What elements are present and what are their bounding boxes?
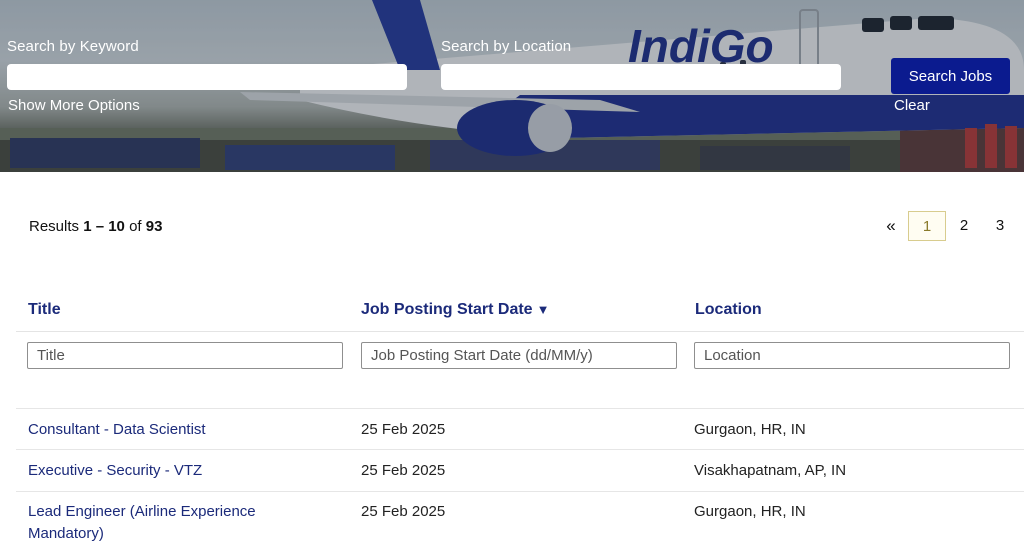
pagination-page-1[interactable]: 1 [908,211,946,241]
pagination-page-3[interactable]: 3 [988,211,1012,241]
column-header-location[interactable]: Location [695,301,762,319]
job-title-link[interactable]: Executive - Security - VTZ [28,460,328,482]
results-total: 93 [145,218,163,235]
job-location: Visakhapatnam, AP, IN [694,462,847,479]
column-header-date-label: Job Posting Start Date [361,301,533,318]
column-header-date[interactable]: Job Posting Start Date ▼ [361,301,549,319]
job-posting-date: 25 Feb 2025 [361,503,446,520]
job-location: Gurgaon, HR, IN [694,421,806,438]
job-title-link[interactable]: Lead Engineer (Airline Experience Mandat… [28,501,288,545]
job-location: Gurgaon, HR, IN [694,503,806,520]
pagination-page-2[interactable]: 2 [952,211,976,241]
row-divider [16,408,1024,409]
row-divider [16,491,1024,492]
job-posting-date: 25 Feb 2025 [361,462,446,479]
clear-link[interactable]: Clear [894,97,930,114]
column-header-title[interactable]: Title [28,301,61,319]
location-filter-input[interactable] [694,342,1010,369]
location-search-input[interactable] [441,64,841,90]
keyword-label: Search by Keyword [7,38,139,55]
job-title-link[interactable]: Consultant - Data Scientist [28,419,328,441]
row-divider [16,449,1024,450]
search-jobs-button[interactable]: Search Jobs [891,58,1010,94]
keyword-search-input[interactable] [7,64,407,90]
results-range: 1 – 10 [83,218,125,235]
results-prefix: Results [29,218,84,235]
job-posting-date: 25 Feb 2025 [361,421,446,438]
pagination-prev-icon[interactable]: « [880,211,902,241]
header-divider [16,331,1024,332]
hero-banner: IndiGo Search by Keyword Show More Optio… [0,0,1024,172]
date-filter-input[interactable] [361,342,677,369]
sort-descending-icon: ▼ [536,302,550,317]
results-mid: of [124,218,146,235]
show-more-options-link[interactable]: Show More Options [8,97,140,114]
location-label: Search by Location [441,38,572,55]
title-filter-input[interactable] [27,342,343,369]
results-summary: Results 1 – 10 of 93 [29,218,162,235]
